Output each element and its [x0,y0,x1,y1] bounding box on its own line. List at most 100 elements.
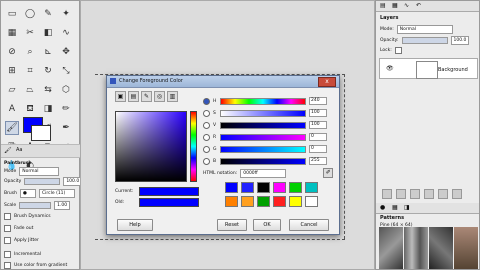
wheel-selector-icon[interactable]: ◎ [154,91,165,102]
scale-slider[interactable] [19,202,52,209]
gimp-selector-icon[interactable]: ▣ [115,91,126,102]
layer-mode-select[interactable]: Normal [396,25,453,34]
layer-opacity-slider[interactable] [401,37,448,44]
flip-icon[interactable]: ⇆ [41,83,55,97]
scales-selector-icon[interactable]: ▥ [167,91,178,102]
dialog-close-button[interactable]: x [318,77,336,87]
anchor-layer-icon[interactable] [438,189,448,199]
cancel-button[interactable]: Cancel [289,219,329,231]
rect-select-icon[interactable]: ▭ [5,7,19,21]
pattern-thumb[interactable] [379,227,403,269]
channel-s-value[interactable]: 100 [309,109,327,117]
html-notation-input[interactable]: 0000ff [240,168,287,178]
history-swatch-5[interactable] [305,182,318,193]
history-swatch-4[interactable] [289,182,302,193]
lower-layer-icon[interactable] [410,189,420,199]
ellipse-select-icon[interactable]: ◯ [23,7,37,21]
layer-row[interactable]: 👁 Background [379,58,478,79]
perspective-icon[interactable]: ⏢ [23,83,37,97]
free-select-icon[interactable]: ✎ [41,7,55,21]
move-icon[interactable]: ✥ [59,45,73,59]
brush-preview-icon[interactable]: ● [20,189,36,198]
pattern-thumb[interactable] [404,227,428,269]
history-swatch-3[interactable] [273,182,286,193]
measure-icon[interactable]: ⊾ [41,45,55,59]
new-layer-icon[interactable] [382,189,392,199]
hue-strip[interactable] [190,111,197,182]
paintbrush-tab-icon[interactable]: 🖌 [4,147,12,154]
fuzzy-select-icon[interactable]: ✦ [59,7,73,21]
channels-tab-icon[interactable]: ▦ [392,2,398,9]
pattern-thumb[interactable] [454,227,478,269]
brushes-tab-icon[interactable]: ● [380,204,385,211]
channel-b-value[interactable]: 255 [309,157,327,165]
channel-b-radio[interactable] [203,157,210,165]
fade-out-checkbox[interactable] [4,225,11,232]
foreground-select-icon[interactable]: ◧ [41,26,55,40]
incremental-checkbox[interactable] [4,251,11,258]
eyedropper-icon[interactable]: ✐ [323,168,334,178]
background-color-swatch[interactable] [31,125,51,141]
watercolor-selector-icon[interactable]: ✎ [141,91,152,102]
channel-r-slider[interactable] [220,133,306,141]
visibility-eye-icon[interactable]: 👁 [386,65,394,72]
history-swatch-7[interactable] [241,196,254,207]
brush-dynamics-toggle[interactable] [4,213,11,220]
channel-s-radio[interactable] [203,109,210,117]
channel-b-slider[interactable] [220,157,306,165]
scissors-icon[interactable]: ✂ [23,26,37,40]
cmyk-selector-icon[interactable]: ▤ [128,91,139,102]
history-swatch-6[interactable] [225,196,238,207]
text-tab-icon[interactable]: Aa [16,147,22,153]
rotate-icon[interactable]: ↻ [41,64,55,78]
patterns-tab-icon[interactable]: ▦ [392,204,398,211]
dialog-titlebar[interactable]: Change Foreground Color x [107,76,339,88]
color-picker-icon[interactable]: ⊘ [5,45,19,59]
zoom-icon[interactable]: ⌕ [23,45,37,59]
scale-value[interactable]: 1.00 [54,201,71,210]
history-swatch-0[interactable] [225,182,238,193]
align-icon[interactable]: ⊞ [5,64,19,78]
paths-tab-icon[interactable]: ∿ [404,2,409,9]
crop-icon[interactable]: ⌗ [23,64,37,78]
channel-r-value[interactable]: 0 [309,133,327,141]
layers-tab-icon[interactable]: ▤ [380,2,386,9]
channel-g-value[interactable]: 0 [309,145,327,153]
channel-v-radio[interactable] [203,121,210,129]
reset-button[interactable]: Reset [217,219,247,231]
select-by-color-icon[interactable]: ▦ [5,26,19,40]
raise-layer-icon[interactable] [396,189,406,199]
history-swatch-2[interactable] [257,182,270,193]
history-swatch-8[interactable] [257,196,270,207]
paintbrush-icon[interactable]: 🖌 [5,121,19,135]
channel-r-radio[interactable] [203,133,210,141]
history-swatch-10[interactable] [289,196,302,207]
channel-h-value[interactable]: 240 [309,97,327,105]
blend-icon[interactable]: ◨ [41,102,55,116]
lock-pixels-checkbox[interactable] [394,47,402,54]
history-swatch-1[interactable] [241,182,254,193]
channel-g-slider[interactable] [220,145,306,153]
saturation-value-square[interactable] [115,111,187,182]
ok-button[interactable]: OK [253,219,281,231]
history-swatch-9[interactable] [273,196,286,207]
layer-opacity-value[interactable]: 100.0 [450,36,470,45]
channel-h-slider[interactable] [220,97,306,105]
channel-s-slider[interactable] [220,109,306,117]
duplicate-layer-icon[interactable] [424,189,434,199]
gradients-tab-icon[interactable]: ◨ [404,204,410,211]
brush-name[interactable]: Circle (11) [39,189,75,198]
paths-icon[interactable]: ∿ [59,26,73,40]
bucket-fill-icon[interactable]: ⛾ [23,102,37,116]
delete-layer-icon[interactable] [452,189,462,199]
history-swatch-11[interactable] [305,196,318,207]
channel-v-slider[interactable] [220,121,306,129]
pencil-icon[interactable]: ✏ [59,102,73,116]
pattern-thumb[interactable] [429,227,453,269]
undo-tab-icon[interactable]: ↶ [416,2,421,9]
opacity-slider[interactable] [24,178,61,185]
text-icon[interactable]: A [5,102,19,116]
use-color-gradient-checkbox[interactable] [4,262,11,269]
channel-v-value[interactable]: 100 [309,121,327,129]
scale-icon[interactable]: ⤡ [59,64,73,78]
